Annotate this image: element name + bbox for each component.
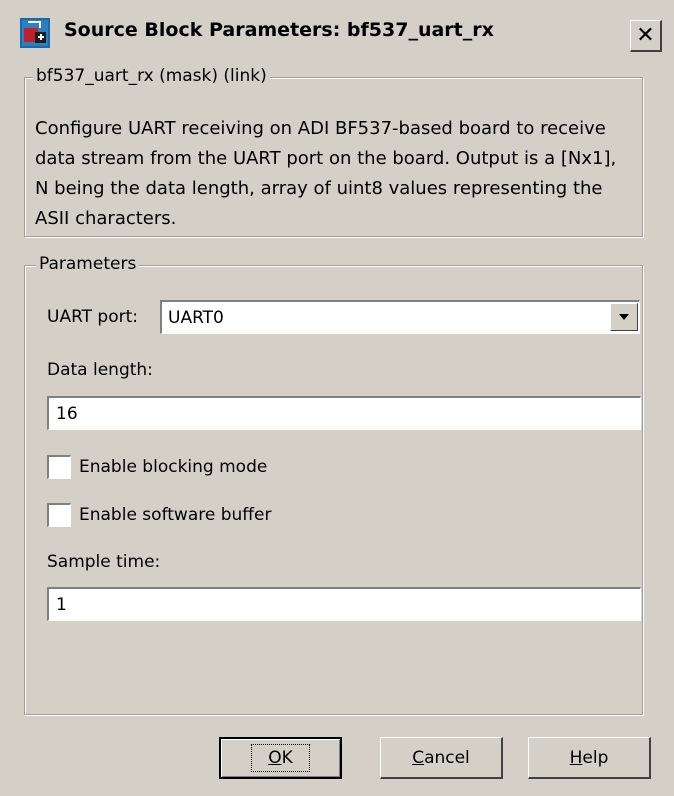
cancel-button-label: Cancel [412,748,470,768]
mask-group-label: bf537_uart_rx (mask) (link) [33,66,270,86]
data-length-input[interactable]: 16 [47,396,641,430]
help-button-label: Help [570,748,609,768]
ok-button[interactable]: OK [219,737,342,779]
software-buffer-checkbox[interactable] [47,503,71,527]
help-rest: elp [582,747,609,768]
dropdown-button[interactable] [610,303,638,331]
title-bar[interactable]: Source Block Parameters: bf537_uart_rx ✕ [8,9,666,55]
uart-port-value: UART0 [168,308,224,328]
sample-time-input[interactable]: 1 [47,587,641,621]
uart-port-label: UART port: [47,307,139,327]
ok-button-label: OK [251,744,310,772]
help-mnemonic: H [569,747,583,768]
cancel-rest: ancel [424,747,470,768]
data-length-label: Data length: [47,360,153,380]
blocking-mode-label: Enable blocking mode [79,457,268,477]
close-icon: ✕ [636,23,655,48]
sample-time-label: Sample time: [47,552,161,572]
mask-description: Configure UART receiving on ADI BF537-ba… [35,118,617,229]
close-button[interactable]: ✕ [630,20,662,52]
help-button[interactable]: Help [528,737,651,779]
cancel-button[interactable]: Cancel [380,737,503,779]
ok-rest: K [281,748,293,768]
software-buffer-label: Enable software buffer [79,505,272,525]
simulink-block-icon [20,18,50,48]
window-title: Source Block Parameters: bf537_uart_rx [64,19,494,41]
chevron-down-icon [619,314,629,320]
uart-port-select[interactable]: UART0 [160,300,640,334]
cancel-mnemonic: C [412,747,425,768]
ok-mnemonic: O [268,748,282,768]
blocking-mode-checkbox[interactable] [47,455,71,479]
parameters-group-label: Parameters [36,254,140,274]
dialog-window: Source Block Parameters: bf537_uart_rx ✕… [0,0,674,796]
